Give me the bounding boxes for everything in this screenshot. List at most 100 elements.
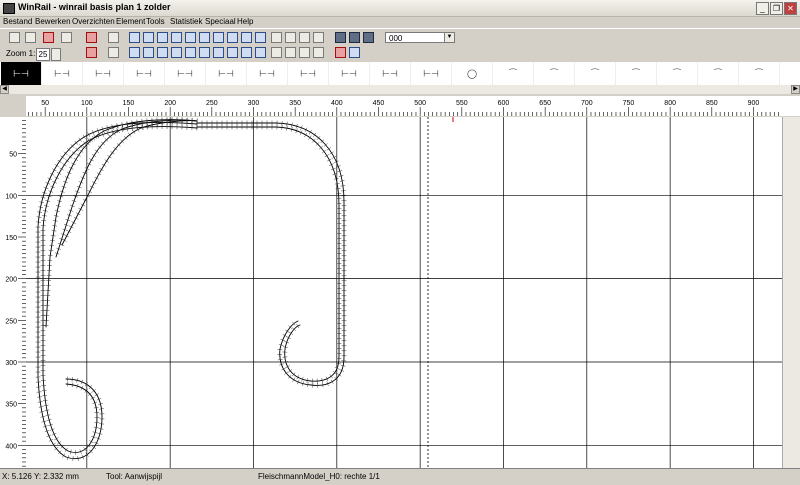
track-piece-4[interactable]: ⊢⊣: [124, 62, 165, 85]
track-tool-19-icon[interactable]: [241, 47, 252, 58]
menu-element[interactable]: Element: [116, 17, 145, 26]
stop-icon[interactable]: [86, 32, 97, 43]
track-piece-5[interactable]: ⊢⊣: [165, 62, 206, 85]
zoom-tool-icon[interactable]: [171, 47, 182, 58]
close-button[interactable]: ✕: [784, 2, 797, 15]
track-piece-14[interactable]: ⁀: [534, 62, 575, 85]
select-icon[interactable]: [108, 32, 119, 43]
layers-icon[interactable]: [349, 47, 360, 58]
track-piece-1[interactable]: ⊢⊣: [1, 62, 42, 85]
move-tool-icon[interactable]: [227, 47, 238, 58]
layer-b-icon[interactable]: [349, 32, 360, 43]
track-piece-8[interactable]: ⊢⊣: [288, 62, 329, 85]
sleeper: [52, 230, 56, 231]
layer-select[interactable]: 000 ▼: [385, 32, 455, 43]
track-tool-2-icon[interactable]: [143, 32, 154, 43]
text-tool-icon[interactable]: [227, 32, 238, 43]
track-tool-5-icon[interactable]: [185, 32, 196, 43]
arrow-horizontal-icon[interactable]: [299, 32, 310, 43]
menu-speciaal[interactable]: Speciaal: [205, 17, 236, 26]
ruler-x-label: 600: [498, 100, 510, 107]
track-piece-18[interactable]: ⁀: [698, 62, 739, 85]
zoom-spinner[interactable]: [51, 48, 61, 61]
arrow-left-right-icon[interactable]: [271, 32, 282, 43]
zoom-input[interactable]: 25: [36, 48, 50, 61]
track-tool-9-icon[interactable]: [241, 32, 252, 43]
menu-bestand[interactable]: Bestand: [3, 17, 32, 26]
restore-button[interactable]: ❐: [770, 2, 783, 15]
pointer-icon[interactable]: [108, 47, 119, 58]
track-piece-6[interactable]: ⊢⊣: [206, 62, 247, 85]
print-icon[interactable]: [61, 32, 72, 43]
layout-canvas[interactable]: [26, 117, 782, 468]
ruler-x-label: 850: [706, 100, 718, 107]
track-tool-11-icon[interactable]: [129, 47, 140, 58]
chevron-down-icon[interactable]: ▼: [444, 33, 454, 42]
scroll-left-icon[interactable]: ◀: [0, 85, 9, 94]
layer-h-icon[interactable]: [363, 32, 374, 43]
track-tool-16-icon[interactable]: [199, 47, 210, 58]
status-x: X: 5.126: [2, 472, 32, 481]
arrow-right-icon[interactable]: [271, 47, 282, 58]
track-piece-2[interactable]: ⊢⊣: [42, 62, 83, 85]
track-piece-3[interactable]: ⊢⊣: [83, 62, 124, 85]
track-piece-17[interactable]: ⁀: [657, 62, 698, 85]
track-piece-15[interactable]: ⁀: [575, 62, 616, 85]
ruler-x-label: 450: [373, 100, 385, 107]
line-tool-icon[interactable]: [143, 47, 154, 58]
ruler-x-label: 300: [248, 100, 260, 107]
layer-select-value: 000: [389, 34, 402, 43]
vertical-scrollbar[interactable]: [782, 117, 800, 468]
ruler-x-label: 650: [539, 100, 551, 107]
track-tool-15-icon[interactable]: [185, 47, 196, 58]
sleeper: [53, 225, 57, 226]
track-piece-icon: ◯: [467, 68, 477, 79]
menu-statistiek[interactable]: Statistiek: [170, 17, 202, 26]
arrow-up-icon[interactable]: [285, 32, 296, 43]
track-tool-3-icon[interactable]: [157, 32, 168, 43]
ruler-x-label: 900: [748, 100, 760, 107]
track-piece-12[interactable]: ◯: [452, 62, 493, 85]
minimize-button[interactable]: _: [756, 2, 769, 15]
track-piece-icon: ⁀: [632, 68, 639, 79]
layer-a-icon[interactable]: [335, 32, 346, 43]
track-piece-19[interactable]: ⁀: [739, 62, 780, 85]
track-vertical-icon[interactable]: [313, 47, 324, 58]
menu-overzichten[interactable]: Overzichten: [72, 17, 115, 26]
open-file-icon[interactable]: [25, 32, 36, 43]
track-piece-icon: ⊢⊣: [423, 68, 439, 79]
track-parallel-icon[interactable]: [313, 32, 324, 43]
new-file-icon[interactable]: [9, 32, 20, 43]
track-piece-9[interactable]: ⊢⊣: [329, 62, 370, 85]
track-tool-7-icon[interactable]: [213, 32, 224, 43]
sleeper: [53, 220, 57, 221]
track-piece-7[interactable]: ⊢⊣: [247, 62, 288, 85]
track-tool-17-icon[interactable]: [213, 47, 224, 58]
track-piece-13[interactable]: ⁀: [493, 62, 534, 85]
grid-icon[interactable]: [335, 47, 346, 58]
track-piece-10[interactable]: ⊢⊣: [370, 62, 411, 85]
scroll-right-icon[interactable]: ▶: [791, 85, 800, 94]
track-tool-1-icon[interactable]: [129, 32, 140, 43]
track-tool-20-icon[interactable]: [255, 47, 266, 58]
refresh-icon[interactable]: [86, 47, 97, 58]
track-tool-10-icon[interactable]: [255, 32, 266, 43]
save-icon[interactable]: [43, 32, 54, 43]
ruler-x-label: 350: [289, 100, 301, 107]
track-tool-4-icon[interactable]: [171, 32, 182, 43]
track-tool-6-icon[interactable]: [199, 32, 210, 43]
ruler-y-label: 250: [5, 318, 17, 325]
menu-help[interactable]: Help: [237, 17, 253, 26]
arrow-down-icon[interactable]: [285, 47, 296, 58]
sleeper: [43, 400, 47, 401]
palette-scrollbar[interactable]: ◀ ▶: [0, 85, 800, 94]
track-tool-13-icon[interactable]: [157, 47, 168, 58]
track-piece-16[interactable]: ⁀: [616, 62, 657, 85]
track-piece-11[interactable]: ⊢⊣: [411, 62, 452, 85]
menu-tools[interactable]: Tools: [146, 17, 165, 26]
ruler-x-label: 750: [623, 100, 635, 107]
menu-bar: Bestand Bewerken Overzichten Element Too…: [0, 16, 800, 28]
menu-bewerken[interactable]: Bewerken: [35, 17, 71, 26]
toolbar: Zoom 1: 25 000 ▼: [0, 28, 800, 64]
arrow-vertical-icon[interactable]: [299, 47, 310, 58]
